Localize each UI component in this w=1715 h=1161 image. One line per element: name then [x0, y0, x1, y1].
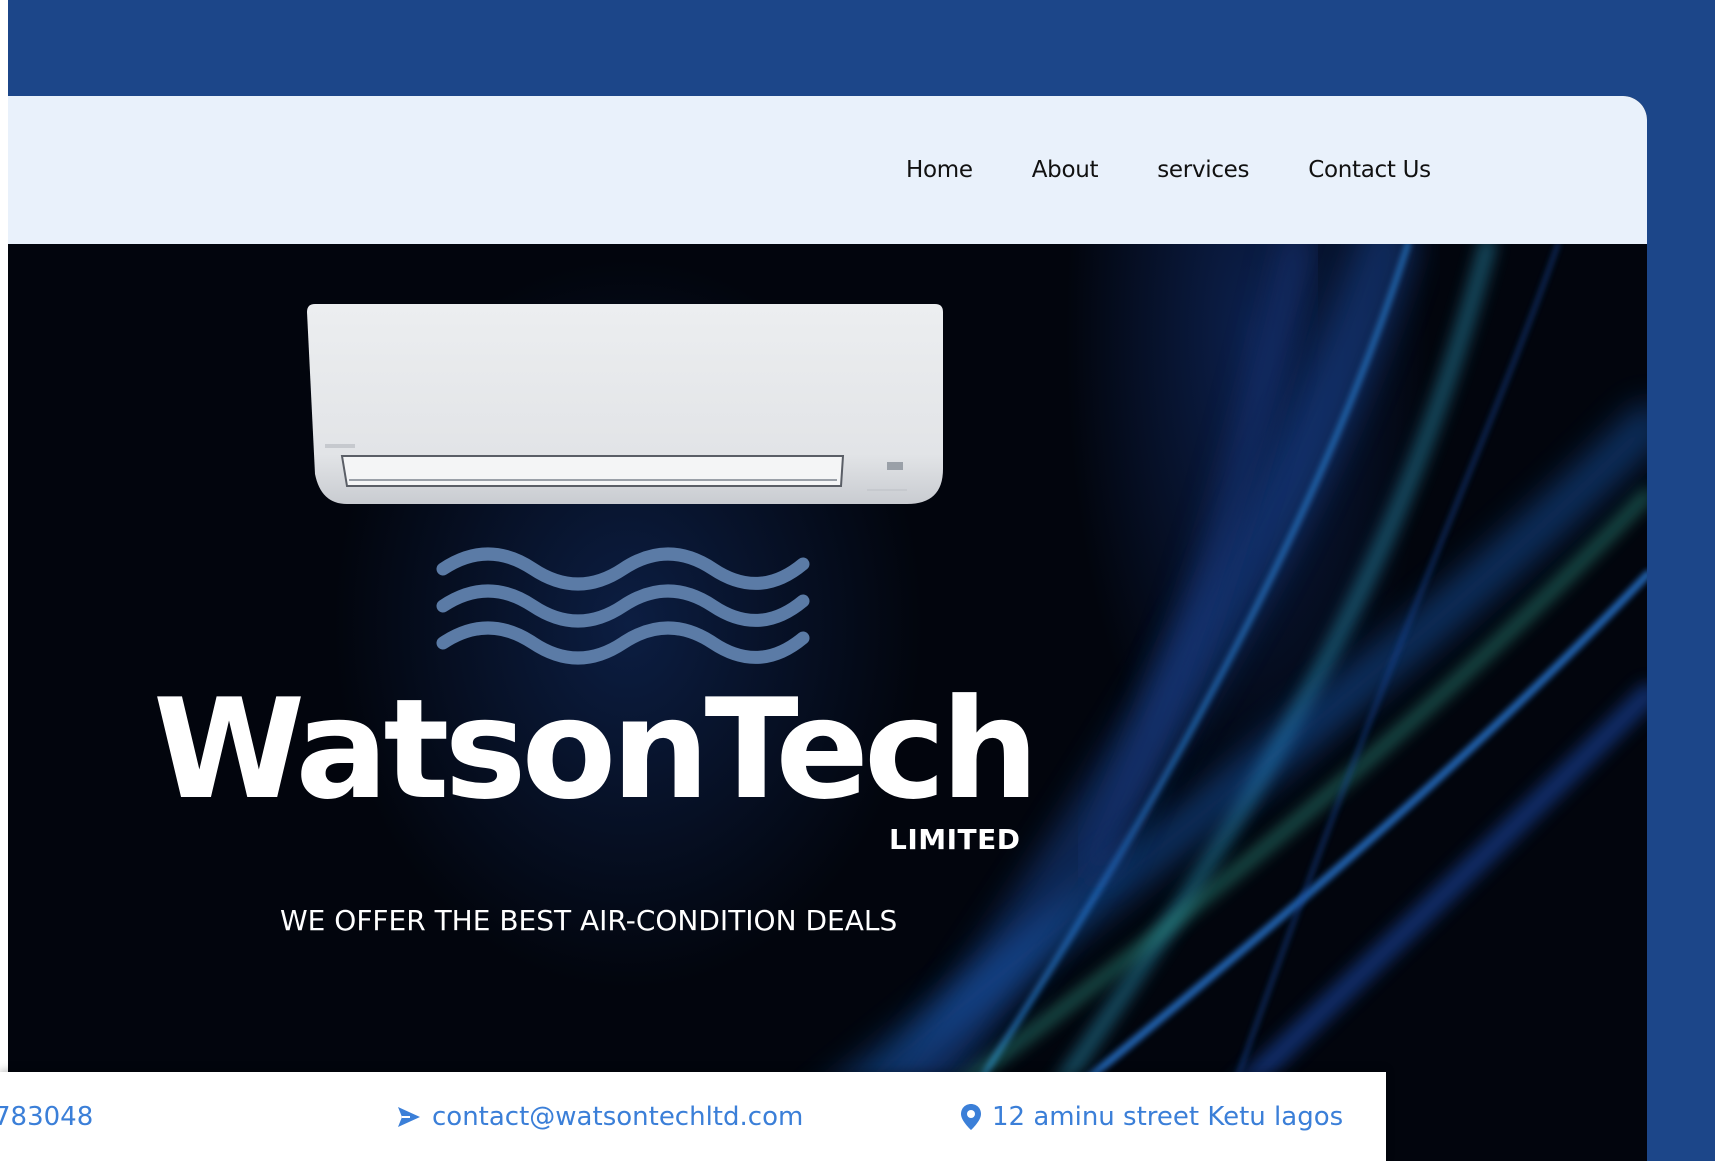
contact-bar: 783048 contact@watsontechltd.com 12 amin…: [0, 1072, 1386, 1161]
contact-phone[interactable]: 783048: [0, 1072, 93, 1161]
navbar: Home About services Contact Us: [8, 96, 1647, 244]
air-conditioner-image: [307, 304, 943, 504]
hero-tagline: WE OFFER THE BEST AIR-CONDITION DEALS: [280, 904, 898, 937]
nav-home[interactable]: Home: [906, 157, 973, 183]
nav-services[interactable]: services: [1157, 157, 1249, 183]
nav-about[interactable]: About: [1032, 157, 1099, 183]
nav-menu: Home About services Contact Us: [906, 96, 1490, 244]
browser-frame: Home About services Contact Us WatsonTec…: [0, 0, 1715, 1161]
map-pin-icon: [961, 1103, 981, 1130]
left-edge: [0, 0, 8, 1161]
phone-number: 783048: [0, 1101, 94, 1132]
contact-address[interactable]: 12 aminu street Ketu lagos: [960, 1072, 1343, 1161]
wind-waves-icon: [436, 547, 810, 665]
email-address: contact@watsontechltd.com: [432, 1101, 804, 1132]
website: Home About services Contact Us WatsonTec…: [8, 96, 1647, 1161]
contact-email[interactable]: contact@watsontechltd.com: [396, 1072, 803, 1161]
brand-title: WatsonTech: [153, 669, 1039, 830]
hero-section: WatsonTech LIMITED WE OFFER THE BEST AIR…: [8, 244, 1647, 1161]
brand-subtitle: LIMITED: [889, 823, 1021, 856]
address-text: 12 aminu street Ketu lagos: [992, 1101, 1344, 1132]
nav-contact-us[interactable]: Contact Us: [1308, 157, 1431, 183]
send-icon: [398, 1106, 420, 1127]
